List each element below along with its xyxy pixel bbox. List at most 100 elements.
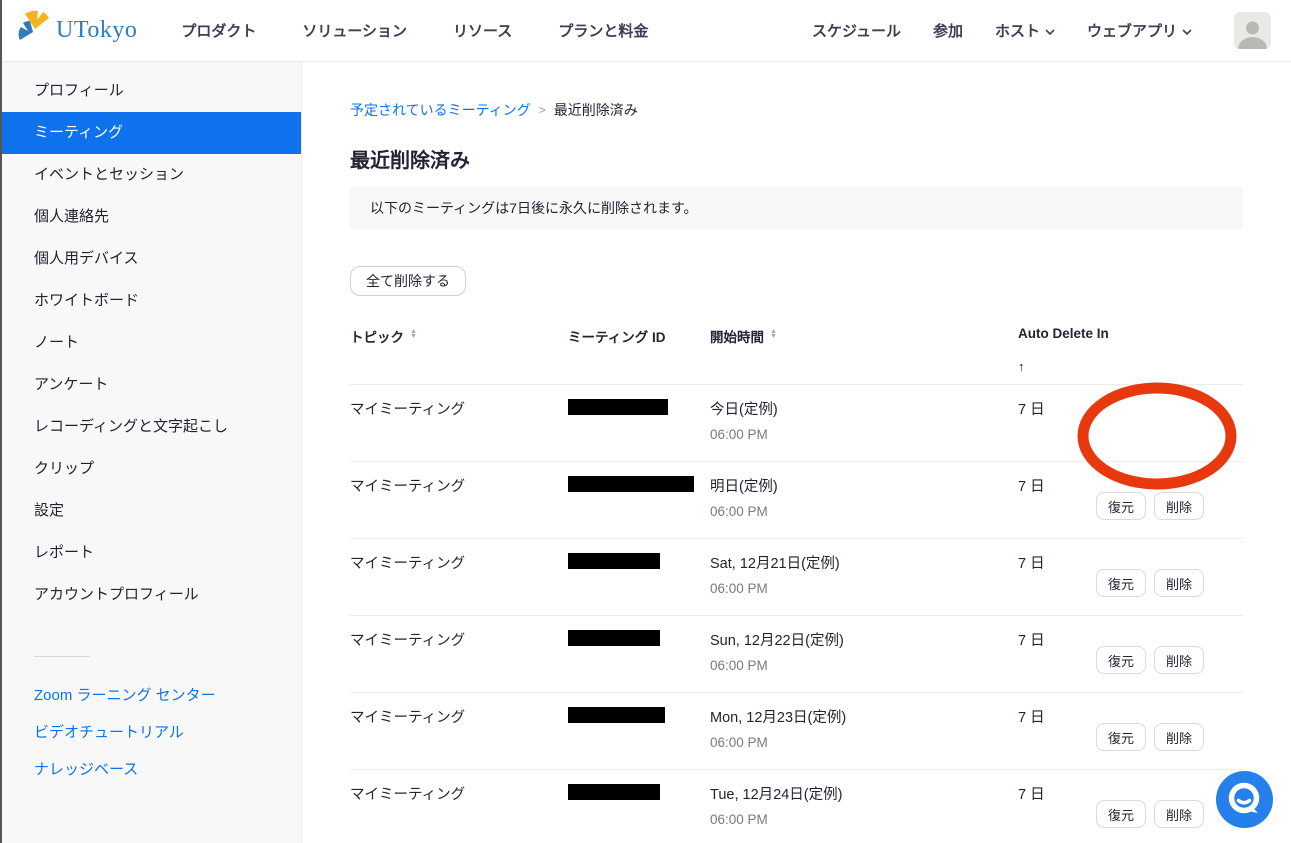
utokyo-ginkgo-icon: [18, 10, 52, 51]
chevron-down-icon: [1182, 27, 1192, 37]
row-start-cell: Tue, 12月24日(定例) 06:00 PM: [710, 783, 1018, 843]
table-row: マイミーティング Sat, 12月21日(定例) 06:00 PM 7 日 復元…: [350, 538, 1243, 615]
row-start-clock: 06:00 PM: [710, 735, 1018, 750]
nav-right-group: スケジュール 参加 ホスト ウェブアプリ: [812, 12, 1271, 49]
logo-text: UTokyo: [56, 17, 137, 44]
header-auto-delete-in[interactable]: Auto Delete In ↑: [1018, 326, 1118, 374]
sidebar-item-8[interactable]: レコーディングと文字起こし: [2, 406, 301, 448]
row-start-clock: 06:00 PM: [710, 427, 1018, 442]
row-start-date: 今日(定例): [710, 398, 1018, 419]
row-start-clock: 06:00 PM: [710, 581, 1018, 596]
sidebar-item-6[interactable]: ノート: [2, 322, 301, 364]
row-actions: 復元 削除: [1118, 706, 1243, 769]
user-avatar[interactable]: [1234, 12, 1271, 49]
row-meeting-id-cell: [568, 629, 710, 692]
table-row: マイミーティング Mon, 12月23日(定例) 06:00 PM 7 日 復元…: [350, 692, 1243, 769]
sort-icon: ▲▼: [410, 329, 417, 339]
nav-resources[interactable]: リソース: [453, 20, 512, 41]
nav-join[interactable]: 参加: [933, 20, 963, 41]
header-topic[interactable]: トピック ▲▼: [350, 326, 568, 374]
breadcrumb: 予定されているミーティング > 最近削除済み: [350, 100, 1243, 120]
nav-left-group: プロダクト ソリューション リソース プランと料金: [181, 20, 648, 41]
row-auto-delete: 7 日: [1018, 706, 1118, 769]
row-topic: マイミーティング: [350, 706, 568, 769]
row-auto-delete: 7 日: [1018, 629, 1118, 692]
breadcrumb-upcoming-meetings[interactable]: 予定されているミーティング: [350, 100, 531, 120]
row-start-cell: 今日(定例) 06:00 PM: [710, 398, 1018, 461]
table-row: マイミーティング Tue, 12月24日(定例) 06:00 PM 7 日 復元…: [350, 769, 1243, 843]
sidebar-item-5[interactable]: ホワイトボード: [2, 280, 301, 322]
row-start-cell: Sat, 12月21日(定例) 06:00 PM: [710, 552, 1018, 615]
row-start-date: Tue, 12月24日(定例): [710, 783, 1018, 804]
sidebar: プロフィールミーティングイベントとセッション個人連絡先個人用デバイスホワイトボー…: [2, 62, 302, 843]
row-topic: マイミーティング: [350, 552, 568, 615]
row-start-date: Sat, 12月21日(定例): [710, 552, 1018, 573]
support-chat-button[interactable]: [1216, 771, 1273, 828]
sidebar-item-7[interactable]: アンケート: [2, 364, 301, 406]
utokyo-logo[interactable]: UTokyo: [18, 10, 137, 51]
row-meeting-id-cell: [568, 706, 710, 769]
row-actions: 復元 削除: [1118, 552, 1243, 615]
row-start-date: Sun, 12月22日(定例): [710, 629, 1018, 650]
row-actions: 復元 削除: [1118, 398, 1243, 461]
row-meeting-id-cell: [568, 552, 710, 615]
row-start-clock: 06:00 PM: [710, 504, 1018, 519]
redacted-meeting-id: [568, 553, 660, 569]
sidebar-item-2[interactable]: イベントとセッション: [2, 154, 301, 196]
page-title: 最近削除済み: [350, 144, 1243, 173]
sidebar-item-10[interactable]: 設定: [2, 490, 301, 532]
row-start-date: 明日(定例): [710, 475, 1018, 496]
nav-webapp-menu[interactable]: ウェブアプリ: [1087, 20, 1192, 41]
redacted-meeting-id: [568, 707, 665, 723]
sidebar-link-1[interactable]: ビデオチュートリアル: [2, 714, 301, 751]
sidebar-item-11[interactable]: レポート: [2, 532, 301, 574]
nav-solutions[interactable]: ソリューション: [302, 20, 407, 41]
delete-all-button[interactable]: 全て削除する: [350, 266, 466, 296]
row-meeting-id-cell: [568, 398, 710, 461]
sidebar-item-3[interactable]: 個人連絡先: [2, 196, 301, 238]
row-meeting-id-cell: [568, 475, 710, 538]
breadcrumb-current: 最近削除済み: [554, 100, 638, 120]
sidebar-item-1[interactable]: ミーティング: [2, 112, 301, 154]
redacted-meeting-id: [568, 630, 660, 646]
redacted-meeting-id: [568, 399, 668, 415]
row-start-cell: Sun, 12月22日(定例) 06:00 PM: [710, 629, 1018, 692]
row-topic: マイミーティング: [350, 783, 568, 843]
row-actions: 復元 削除: [1118, 475, 1243, 538]
chat-bubble-icon: [1216, 771, 1273, 828]
row-topic: マイミーティング: [350, 475, 568, 538]
chevron-down-icon: [1045, 27, 1055, 37]
row-start-clock: 06:00 PM: [710, 658, 1018, 673]
breadcrumb-separator: >: [539, 103, 546, 117]
sidebar-link-2[interactable]: ナレッジベース: [2, 751, 301, 788]
nav-products[interactable]: プロダクト: [181, 20, 256, 41]
sidebar-item-0[interactable]: プロフィール: [2, 70, 301, 112]
sidebar-item-4[interactable]: 個人用デバイス: [2, 238, 301, 280]
nav-host-menu[interactable]: ホスト: [995, 20, 1055, 41]
sort-icon: ▲▼: [770, 329, 777, 339]
table-row: マイミーティング Sun, 12月22日(定例) 06:00 PM 7 日 復元…: [350, 615, 1243, 692]
header-meeting-id: ミーティング ID: [568, 326, 710, 374]
row-auto-delete: 7 日: [1018, 475, 1118, 538]
person-icon: [1234, 19, 1271, 49]
nav-plans-pricing[interactable]: プランと料金: [558, 20, 648, 41]
sidebar-link-0[interactable]: Zoom ラーニング センター: [2, 677, 301, 714]
table-row: マイミーティング 明日(定例) 06:00 PM 7 日 復元 削除: [350, 461, 1243, 538]
header-actions: [1118, 326, 1243, 374]
top-navbar: UTokyo プロダクト ソリューション リソース プランと料金 スケジュール …: [2, 0, 1291, 62]
nav-schedule[interactable]: スケジュール: [812, 20, 901, 41]
zoom-web-portal: UTokyo プロダクト ソリューション リソース プランと料金 スケジュール …: [0, 0, 1291, 843]
header-start-time[interactable]: 開始時間 ▲▼: [710, 326, 1018, 374]
sidebar-item-9[interactable]: クリップ: [2, 448, 301, 490]
row-auto-delete: 7 日: [1018, 783, 1118, 843]
notice-banner: 以下のミーティングは7日後に永久に削除されます。: [350, 187, 1243, 229]
row-start-cell: 明日(定例) 06:00 PM: [710, 475, 1018, 538]
table-row: マイミーティング 今日(定例) 06:00 PM 7 日 復元 削除: [350, 384, 1243, 461]
row-start-cell: Mon, 12月23日(定例) 06:00 PM: [710, 706, 1018, 769]
row-actions: 復元 削除: [1118, 629, 1243, 692]
table-header-row: トピック ▲▼ ミーティング ID 開始時間 ▲▼ Auto Delete In…: [350, 326, 1243, 384]
redacted-meeting-id: [568, 784, 660, 800]
deleted-meetings-table: トピック ▲▼ ミーティング ID 開始時間 ▲▼ Auto Delete In…: [350, 326, 1243, 843]
sidebar-item-12[interactable]: アカウントプロフィール: [2, 574, 301, 616]
row-topic: マイミーティング: [350, 629, 568, 692]
